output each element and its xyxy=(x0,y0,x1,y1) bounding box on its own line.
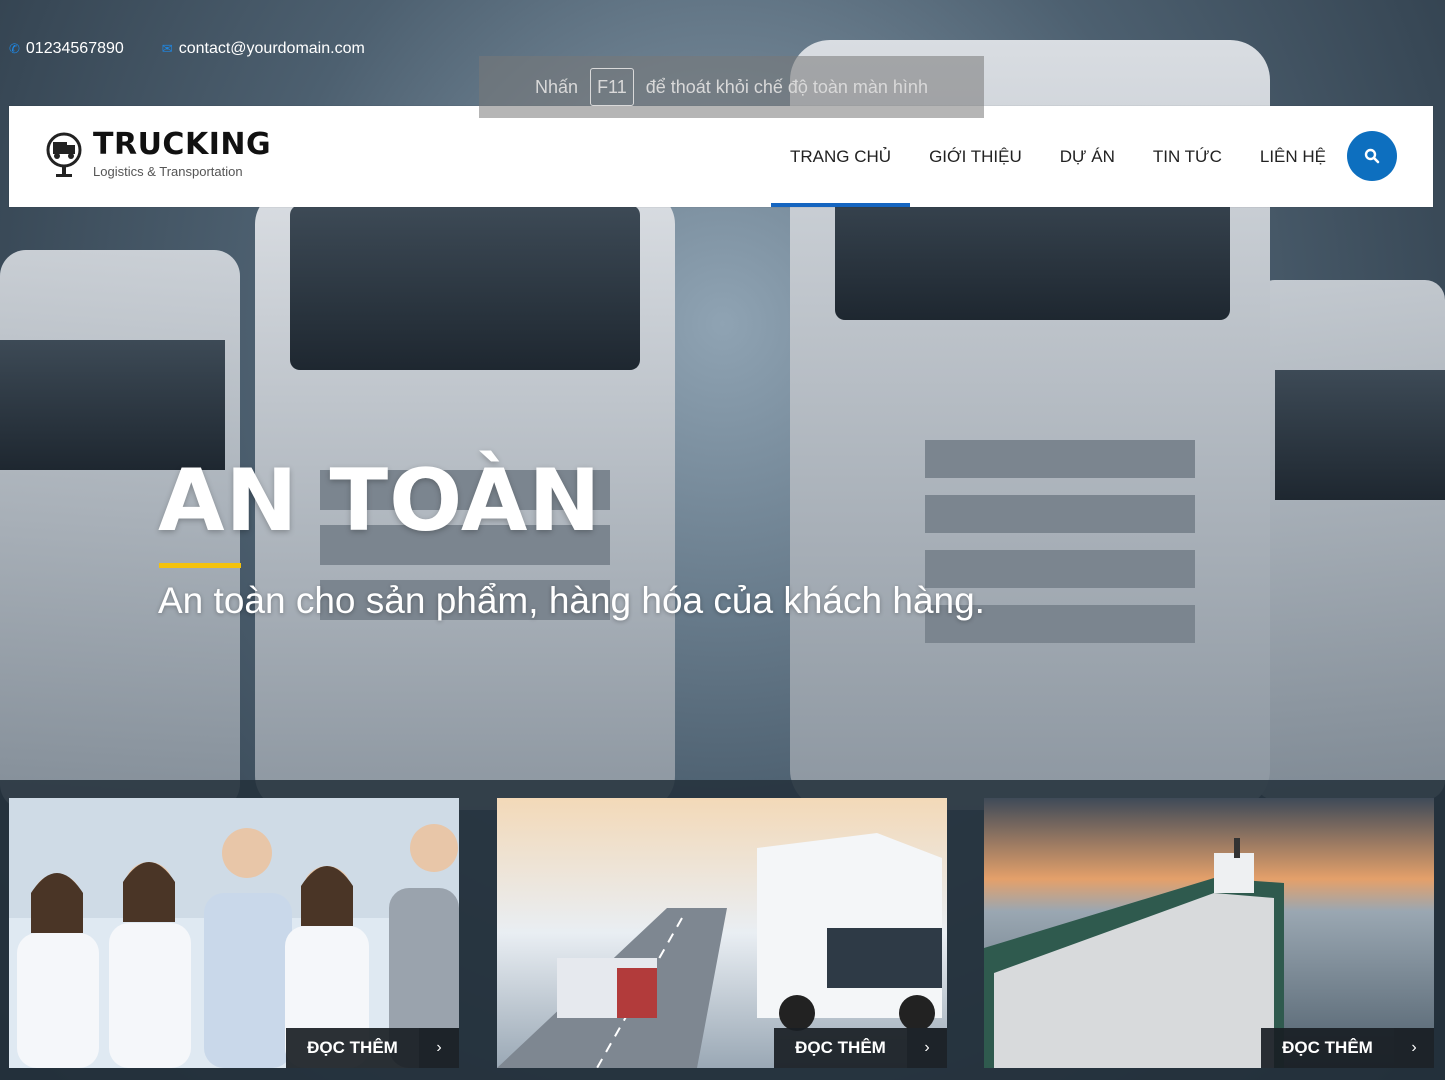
read-more-button[interactable]: ĐỌC THÊM › xyxy=(286,1028,459,1068)
email-address: contact@yourdomain.com xyxy=(178,40,365,57)
phone-number: 01234567890 xyxy=(25,40,124,57)
fullscreen-notice-suffix: để thoát khỏi chế độ toàn màn hình xyxy=(645,76,928,97)
chevron-right-icon: › xyxy=(907,1028,947,1068)
nav-item-news[interactable]: TIN TỨC xyxy=(1134,106,1241,207)
read-more-label: ĐỌC THÊM xyxy=(286,1028,419,1068)
service-card[interactable]: ĐỌC THÊM › xyxy=(984,798,1434,1068)
read-more-label: ĐỌC THÊM xyxy=(774,1028,907,1068)
search-icon xyxy=(1364,148,1380,164)
hero-subtitle: An toàn cho sản phẩm, hàng hóa của khách… xyxy=(158,580,985,621)
nav-item-projects[interactable]: DỰ ÁN xyxy=(1041,106,1134,207)
main-nav: TRANG CHỦ GIỚI THIỆU DỰ ÁN TIN TỨC LIÊN … xyxy=(771,106,1345,207)
nav-item-contact[interactable]: LIÊN HỆ xyxy=(1241,106,1345,207)
site-logo[interactable]: TRUCKING Logistics & Transportation xyxy=(45,128,271,180)
read-more-button[interactable]: ĐỌC THÊM › xyxy=(1261,1028,1434,1068)
chevron-right-icon: › xyxy=(1394,1028,1434,1068)
service-card[interactable]: ĐỌC THÊM › xyxy=(497,798,947,1068)
topbar: ✆ 01234567890 ✉ contact@yourdomain.com xyxy=(9,38,365,60)
logo-tagline: Logistics & Transportation xyxy=(93,163,243,179)
read-more-button[interactable]: ĐỌC THÊM › xyxy=(774,1028,947,1068)
phone-icon: ✆ xyxy=(9,41,20,56)
nav-item-home[interactable]: TRANG CHỦ xyxy=(771,106,911,207)
phone-contact[interactable]: ✆ 01234567890 xyxy=(9,40,124,58)
site-header: TRUCKING Logistics & Transportation TRAN… xyxy=(9,106,1433,207)
fullscreen-notice: Nhấn F11 để thoát khỏi chế độ toàn màn h… xyxy=(479,56,984,118)
hero-title: AN TOÀN xyxy=(158,451,602,551)
nav-item-about[interactable]: GIỚI THIỆU xyxy=(910,106,1041,207)
fullscreen-notice-prefix: Nhấn xyxy=(535,76,579,97)
email-contact[interactable]: ✉ contact@yourdomain.com xyxy=(162,40,365,58)
logo-brand: TRUCKING xyxy=(93,126,272,162)
envelope-icon: ✉ xyxy=(161,41,173,56)
f11-key: F11 xyxy=(590,68,634,106)
chevron-right-icon: › xyxy=(419,1028,459,1068)
read-more-label: ĐỌC THÊM xyxy=(1261,1028,1394,1068)
service-card[interactable]: ĐỌC THÊM › xyxy=(9,798,459,1068)
search-button[interactable] xyxy=(1347,131,1397,181)
truck-globe-icon xyxy=(46,132,82,177)
hero-underline xyxy=(159,563,241,568)
